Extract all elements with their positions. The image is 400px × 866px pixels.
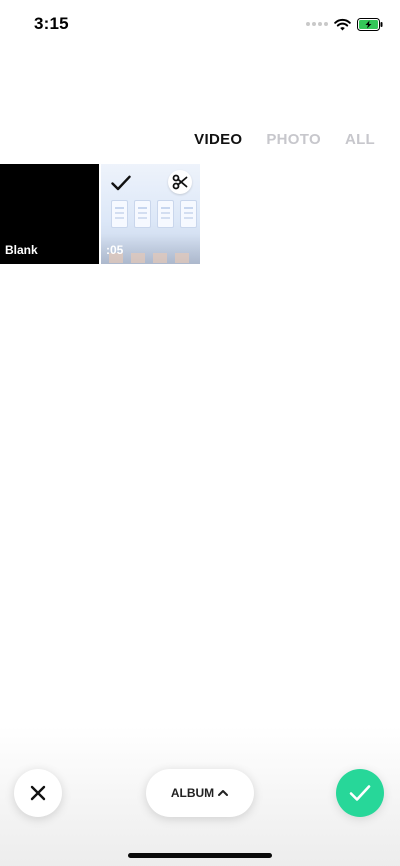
close-icon bbox=[30, 785, 46, 801]
tab-all[interactable]: ALL bbox=[345, 131, 375, 148]
media-grid: Blank :05 bbox=[0, 164, 200, 264]
album-label: ALBUM bbox=[170, 786, 215, 800]
close-button[interactable] bbox=[14, 769, 62, 817]
wifi-icon bbox=[334, 18, 351, 30]
tab-video[interactable]: VIDEO bbox=[194, 131, 242, 148]
checkmark-icon bbox=[349, 785, 371, 801]
blank-tile-label: Blank bbox=[5, 243, 38, 257]
video-thumbnail-content bbox=[111, 200, 197, 228]
status-time: 3:15 bbox=[34, 14, 69, 33]
cellular-dots-icon bbox=[306, 22, 328, 26]
scissors-icon bbox=[172, 174, 188, 190]
album-button[interactable]: ALBUM bbox=[146, 769, 254, 817]
video-tile[interactable]: :05 bbox=[101, 164, 200, 264]
media-type-tabs: VIDEO PHOTO ALL bbox=[194, 131, 375, 148]
status-icons bbox=[306, 16, 384, 32]
home-indicator bbox=[128, 853, 272, 858]
checkmark-icon bbox=[111, 175, 131, 191]
trim-button[interactable] bbox=[168, 170, 192, 194]
confirm-button[interactable] bbox=[336, 769, 384, 817]
blank-tile[interactable]: Blank bbox=[0, 164, 99, 264]
status-bar: 3:15 bbox=[0, 0, 400, 46]
battery-charging-icon bbox=[357, 17, 383, 31]
chevron-up-icon bbox=[218, 790, 229, 796]
video-duration: :05 bbox=[106, 243, 124, 257]
tab-photo[interactable]: PHOTO bbox=[266, 131, 321, 148]
